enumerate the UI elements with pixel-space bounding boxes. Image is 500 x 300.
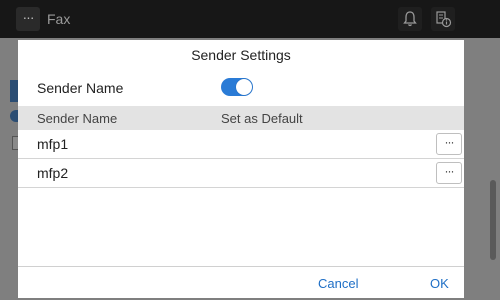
more-horizontal-icon: ··· (444, 164, 455, 178)
sender-name-toggle[interactable] (221, 78, 253, 96)
sender-name-cell: mfp2 (37, 165, 69, 181)
dialog-title: Sender Settings (191, 47, 291, 63)
toggle-label: Sender Name (37, 80, 124, 96)
column-header-set-as-default: Set as Default (221, 111, 303, 126)
table-row[interactable]: mfp2 ··· (18, 159, 464, 188)
sender-settings-dialog: Sender Settings Sender Name Sender Name … (18, 40, 464, 298)
more-menu-button[interactable]: ··· (16, 7, 40, 31)
bell-icon (403, 11, 417, 27)
device-info-button[interactable] (431, 7, 455, 31)
background-tab-indicator (10, 80, 18, 102)
table-header: Sender Name Set as Default (18, 106, 464, 130)
column-header-sender-name: Sender Name (37, 111, 118, 126)
app-title: Fax (47, 11, 71, 27)
ok-button[interactable]: OK (430, 276, 449, 291)
sender-name-cell: mfp1 (37, 136, 69, 152)
row-more-button[interactable]: ··· (436, 162, 462, 184)
background-radio (10, 110, 18, 122)
device-info-icon (436, 11, 452, 28)
top-app-bar: ··· Fax (0, 0, 500, 38)
toggle-knob (236, 79, 252, 95)
sender-name-toggle-row: Sender Name (18, 70, 464, 106)
cancel-button[interactable]: Cancel (318, 276, 358, 291)
table-row[interactable]: mfp1 ··· (18, 130, 464, 159)
more-horizontal-icon: ··· (444, 135, 455, 149)
row-more-button[interactable]: ··· (436, 133, 462, 155)
notification-button[interactable] (398, 7, 422, 31)
dialog-footer: Cancel OK (18, 266, 464, 299)
more-horizontal-icon: ··· (22, 9, 35, 25)
background-scrollbar (490, 180, 496, 260)
